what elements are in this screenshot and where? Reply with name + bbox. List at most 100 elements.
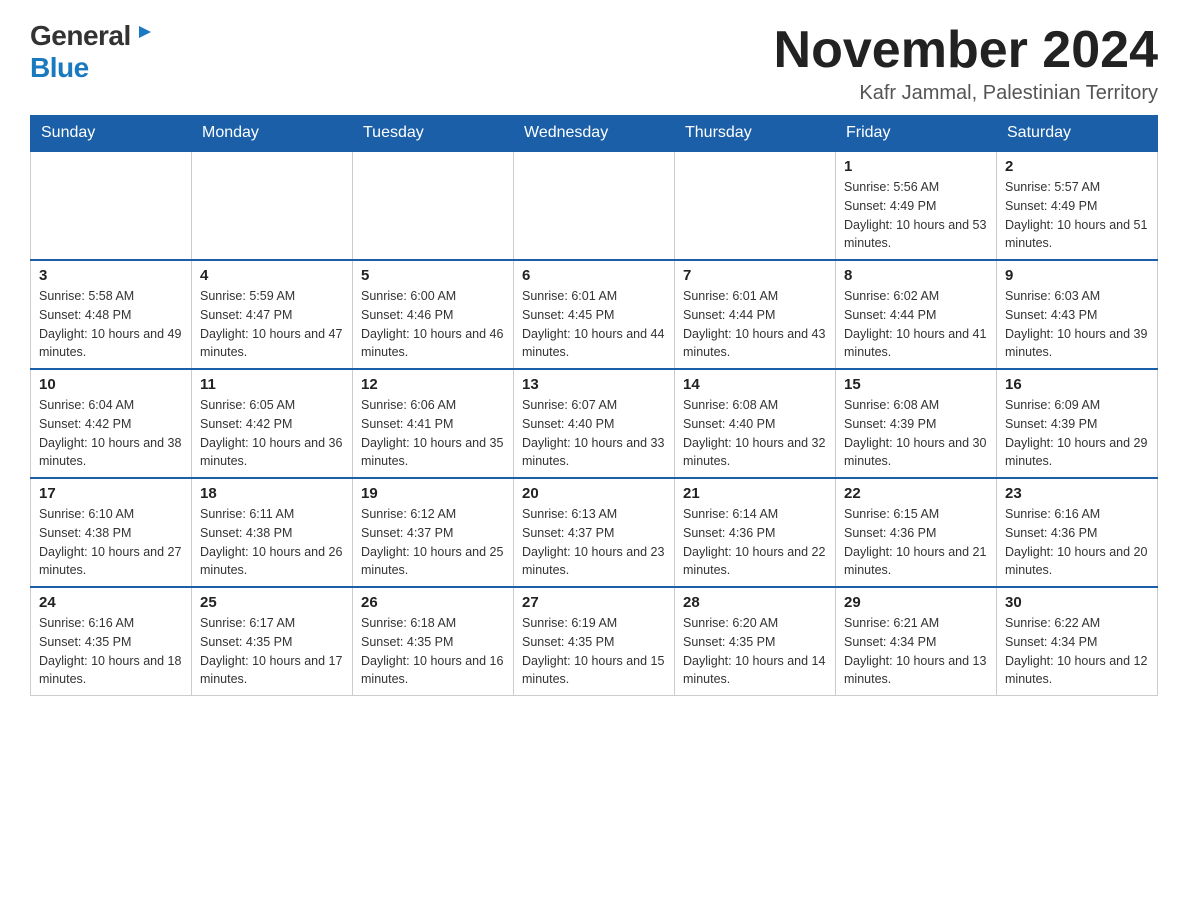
day-number: 3: [39, 267, 183, 284]
day-number: 29: [844, 594, 988, 611]
day-number: 6: [522, 267, 666, 284]
day-number: 17: [39, 485, 183, 502]
day-of-week-header: Thursday: [675, 116, 836, 152]
day-of-week-header: Wednesday: [514, 116, 675, 152]
calendar-cell: 11 Sunrise: 6:05 AMSunset: 4:42 PMDayligh…: [192, 369, 353, 478]
calendar-cell: 27 Sunrise: 6:19 AMSunset: 4:35 PMDayligh…: [514, 587, 675, 696]
calendar-week-row: 17Sunrise: 6:10 AMSunset: 4:38 PMDayligh…: [31, 478, 1158, 587]
day-of-week-header: Saturday: [997, 116, 1158, 152]
day-number: 23: [1005, 485, 1149, 502]
logo-general-text: General: [30, 20, 131, 52]
day-number: 11: [200, 376, 344, 393]
calendar-cell: 15 Sunrise: 6:08 AMSunset: 4:39 PMDayligh…: [836, 369, 997, 478]
calendar-cell: 5 Sunrise: 6:00 AMSunset: 4:46 PMDaylight…: [353, 260, 514, 369]
day-number: 26: [361, 594, 505, 611]
calendar-cell: 20 Sunrise: 6:13 AMSunset: 4:37 PMDayligh…: [514, 478, 675, 587]
day-info: Sunrise: 6:11 AMSunset: 4:38 PMDaylight:…: [200, 505, 344, 580]
day-number: 27: [522, 594, 666, 611]
day-info: Sunrise: 6:16 AMSunset: 4:36 PMDaylight:…: [1005, 505, 1149, 580]
calendar-cell: 23 Sunrise: 6:16 AMSunset: 4:36 PMDayligh…: [997, 478, 1158, 587]
day-number: 1: [844, 158, 988, 175]
day-number: 30: [1005, 594, 1149, 611]
calendar-week-row: 3 Sunrise: 5:58 AMSunset: 4:48 PMDaylight…: [31, 260, 1158, 369]
calendar-cell: 7Sunrise: 6:01 AMSunset: 4:44 PMDaylight…: [675, 260, 836, 369]
calendar-cell: [675, 151, 836, 260]
day-info: Sunrise: 5:59 AMSunset: 4:47 PMDaylight:…: [200, 287, 344, 362]
calendar-cell: 21Sunrise: 6:14 AMSunset: 4:36 PMDayligh…: [675, 478, 836, 587]
calendar-cell: 14Sunrise: 6:08 AMSunset: 4:40 PMDayligh…: [675, 369, 836, 478]
calendar-cell: 28 Sunrise: 6:20 AMSunset: 4:35 PMDayligh…: [675, 587, 836, 696]
calendar-cell: 24 Sunrise: 6:16 AMSunset: 4:35 PMDayligh…: [31, 587, 192, 696]
day-number: 8: [844, 267, 988, 284]
calendar-header-row: SundayMondayTuesdayWednesdayThursdayFrid…: [31, 116, 1158, 152]
day-number: 9: [1005, 267, 1149, 284]
month-title: November 2024: [774, 20, 1158, 80]
day-info: Sunrise: 6:03 AMSunset: 4:43 PMDaylight:…: [1005, 287, 1149, 362]
day-info: Sunrise: 5:56 AMSunset: 4:49 PMDaylight:…: [844, 178, 988, 253]
day-info: Sunrise: 6:07 AMSunset: 4:40 PMDaylight:…: [522, 396, 666, 471]
page-header: General Blue November 2024 Kafr Jammal, …: [30, 20, 1158, 105]
calendar-cell: [31, 151, 192, 260]
day-info: Sunrise: 6:08 AMSunset: 4:39 PMDaylight:…: [844, 396, 988, 471]
logo-arrow-icon: [135, 22, 155, 42]
calendar-cell: 10Sunrise: 6:04 AMSunset: 4:42 PMDayligh…: [31, 369, 192, 478]
calendar-cell: 30 Sunrise: 6:22 AMSunset: 4:34 PMDayligh…: [997, 587, 1158, 696]
day-info: Sunrise: 6:05 AMSunset: 4:42 PMDaylight:…: [200, 396, 344, 471]
day-number: 19: [361, 485, 505, 502]
day-info: Sunrise: 6:01 AMSunset: 4:45 PMDaylight:…: [522, 287, 666, 362]
day-of-week-header: Friday: [836, 116, 997, 152]
day-number: 7: [683, 267, 827, 284]
day-number: 13: [522, 376, 666, 393]
day-info: Sunrise: 6:16 AMSunset: 4:35 PMDaylight:…: [39, 614, 183, 689]
calendar-cell: 25 Sunrise: 6:17 AMSunset: 4:35 PMDayligh…: [192, 587, 353, 696]
calendar-cell: 16Sunrise: 6:09 AMSunset: 4:39 PMDayligh…: [997, 369, 1158, 478]
day-number: 25: [200, 594, 344, 611]
calendar-cell: 8 Sunrise: 6:02 AMSunset: 4:44 PMDaylight…: [836, 260, 997, 369]
calendar-cell: 18 Sunrise: 6:11 AMSunset: 4:38 PMDayligh…: [192, 478, 353, 587]
day-info: Sunrise: 6:00 AMSunset: 4:46 PMDaylight:…: [361, 287, 505, 362]
calendar-cell: 2Sunrise: 5:57 AMSunset: 4:49 PMDaylight…: [997, 151, 1158, 260]
calendar-cell: 13 Sunrise: 6:07 AMSunset: 4:40 PMDayligh…: [514, 369, 675, 478]
location-subtitle: Kafr Jammal, Palestinian Territory: [774, 82, 1158, 105]
calendar-cell: 29Sunrise: 6:21 AMSunset: 4:34 PMDayligh…: [836, 587, 997, 696]
day-number: 15: [844, 376, 988, 393]
day-number: 22: [844, 485, 988, 502]
day-of-week-header: Monday: [192, 116, 353, 152]
day-info: Sunrise: 6:20 AMSunset: 4:35 PMDaylight:…: [683, 614, 827, 689]
title-section: November 2024 Kafr Jammal, Palestinian T…: [774, 20, 1158, 105]
day-info: Sunrise: 6:06 AMSunset: 4:41 PMDaylight:…: [361, 396, 505, 471]
logo-blue-text: Blue: [30, 52, 89, 84]
day-info: Sunrise: 6:04 AMSunset: 4:42 PMDaylight:…: [39, 396, 183, 471]
day-info: Sunrise: 6:17 AMSunset: 4:35 PMDaylight:…: [200, 614, 344, 689]
calendar-cell: 19Sunrise: 6:12 AMSunset: 4:37 PMDayligh…: [353, 478, 514, 587]
day-of-week-header: Tuesday: [353, 116, 514, 152]
day-info: Sunrise: 6:22 AMSunset: 4:34 PMDaylight:…: [1005, 614, 1149, 689]
calendar-week-row: 24 Sunrise: 6:16 AMSunset: 4:35 PMDayligh…: [31, 587, 1158, 696]
day-number: 28: [683, 594, 827, 611]
calendar-cell: 26 Sunrise: 6:18 AMSunset: 4:35 PMDayligh…: [353, 587, 514, 696]
day-number: 2: [1005, 158, 1149, 175]
calendar-cell: 1 Sunrise: 5:56 AMSunset: 4:49 PMDaylight…: [836, 151, 997, 260]
day-number: 20: [522, 485, 666, 502]
calendar-cell: [192, 151, 353, 260]
day-info: Sunrise: 6:09 AMSunset: 4:39 PMDaylight:…: [1005, 396, 1149, 471]
day-number: 5: [361, 267, 505, 284]
calendar-cell: [514, 151, 675, 260]
day-info: Sunrise: 6:14 AMSunset: 4:36 PMDaylight:…: [683, 505, 827, 580]
day-of-week-header: Sunday: [31, 116, 192, 152]
day-number: 4: [200, 267, 344, 284]
day-info: Sunrise: 6:18 AMSunset: 4:35 PMDaylight:…: [361, 614, 505, 689]
calendar-cell: 22Sunrise: 6:15 AMSunset: 4:36 PMDayligh…: [836, 478, 997, 587]
day-number: 18: [200, 485, 344, 502]
calendar-table: SundayMondayTuesdayWednesdayThursdayFrid…: [30, 115, 1158, 696]
calendar-cell: 3 Sunrise: 5:58 AMSunset: 4:48 PMDaylight…: [31, 260, 192, 369]
logo: General Blue: [30, 20, 155, 84]
day-info: Sunrise: 5:58 AMSunset: 4:48 PMDaylight:…: [39, 287, 183, 362]
day-info: Sunrise: 6:02 AMSunset: 4:44 PMDaylight:…: [844, 287, 988, 362]
calendar-cell: 9 Sunrise: 6:03 AMSunset: 4:43 PMDaylight…: [997, 260, 1158, 369]
calendar-cell: [353, 151, 514, 260]
day-info: Sunrise: 6:13 AMSunset: 4:37 PMDaylight:…: [522, 505, 666, 580]
calendar-cell: 6 Sunrise: 6:01 AMSunset: 4:45 PMDaylight…: [514, 260, 675, 369]
day-number: 24: [39, 594, 183, 611]
day-info: Sunrise: 6:19 AMSunset: 4:35 PMDaylight:…: [522, 614, 666, 689]
